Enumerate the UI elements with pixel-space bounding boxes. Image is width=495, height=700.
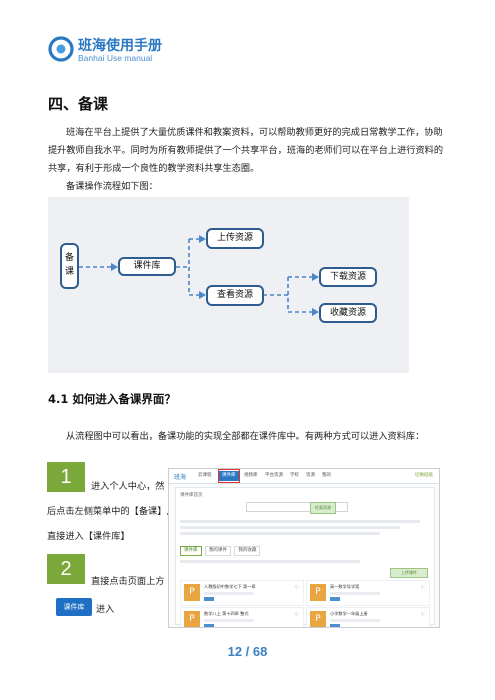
section-title: 四、备课 <box>48 95 109 113</box>
screenshot-tab[interactable]: 课件库 <box>180 546 202 556</box>
section-paragraph: 班海在平台上提供了大量优质课件和教案资料，可以帮助教师更好的完成日常教学工作，协… <box>48 127 444 174</box>
screenshot-resource-item[interactable]: P 人教版初中数学七下 第一章 ♡ <box>180 580 304 606</box>
screenshot-resource-meta <box>330 619 380 622</box>
ppt-file-icon: P <box>310 611 326 627</box>
screenshot-resource-tag <box>204 597 214 601</box>
banhai-logo-icon <box>48 36 74 62</box>
flow-node-root: 备课 <box>60 243 79 289</box>
screenshot-search-button[interactable]: 检索资源 <box>310 502 336 514</box>
step-2-badge: 2 <box>47 554 85 584</box>
screenshot-tab[interactable]: 我的课件 <box>204 546 231 556</box>
page-number: 12 / 68 <box>227 644 268 659</box>
screenshot-resource-title: 人教版初中数学七下 第一章 <box>204 584 256 589</box>
screenshot-sort-row <box>180 560 360 563</box>
section-body: 班海在平台上提供了大量优质课件和教案资料，可以帮助教师更好的完成日常教学工作，协… <box>48 124 448 196</box>
flowchart: 备课 课件库 上传资源 查看资源 下载资源 收藏资源 <box>48 197 409 373</box>
screenshot-filter-row <box>180 526 400 529</box>
flow-node-download: 下载资源 <box>319 267 377 287</box>
flow-node-collect-label: 收藏资源 <box>329 308 366 318</box>
screenshot-switch-class[interactable]: 切换班级 <box>415 472 433 478</box>
flow-node-view: 查看资源 <box>206 285 264 306</box>
screenshot-resource-title: 数学八上 第十四章 整式 <box>204 611 249 616</box>
subsection-intro: 从流程图中可以看出，备课功能的实现全部都在课件库中。有两种方式可以进入资料库： <box>66 431 425 442</box>
screenshot-nav-item[interactable]: 资源 <box>303 471 318 481</box>
flow-node-download-label: 下载资源 <box>329 272 366 282</box>
favorite-icon[interactable]: ♡ <box>421 612 425 618</box>
logo-title: 班海使用手册 <box>78 38 162 54</box>
screenshot-breadcrumb: 课件库首页 <box>180 493 203 498</box>
courseware-library-button[interactable]: 课件库 <box>56 598 92 616</box>
ppt-file-icon: P <box>184 611 200 627</box>
screenshot-resource-item[interactable]: P 高一数学导学案 ♡ <box>306 580 430 606</box>
flow-node-library-label: 课件库 <box>133 261 161 271</box>
step-1-line1: 进入个人中心，然 <box>91 481 165 492</box>
step-2-line2: 进入 <box>96 604 115 615</box>
screenshot-nav-item[interactable]: 我的 <box>319 471 334 481</box>
screenshot-tabs: 课件库 我的课件 我的收藏 <box>180 546 262 556</box>
flow-node-view-label: 查看资源 <box>216 290 253 300</box>
flow-node-upload-label: 上传资源 <box>216 233 253 243</box>
courseware-screenshot: 班海 云课程 课件库 视频库 平台资源 学校 资源 我的 切换班级 课件库首页 … <box>168 468 440 628</box>
step-1-line2: 后点击左侧菜单中的【备课】, <box>47 506 170 517</box>
flow-node-library: 课件库 <box>118 257 176 276</box>
screenshot-upload-button[interactable]: 上传课件 <box>390 568 428 578</box>
subsection-title: 4.1 如何进入备课界面？ <box>48 392 176 406</box>
screenshot-body: 课件库首页 检索资源 课件库 我的课件 我的收藏 上传课件 P 人教版初中数学七… <box>175 487 435 627</box>
logo-subtitle: Banhai Use manual <box>78 53 153 63</box>
screenshot-filter-row <box>180 532 380 535</box>
screenshot-resource-tag <box>330 597 340 601</box>
screenshot-resource-meta <box>204 619 254 622</box>
screenshot-resource-meta <box>330 592 380 595</box>
ppt-file-icon: P <box>184 584 200 601</box>
screenshot-nav-item[interactable]: 视频库 <box>241 471 261 481</box>
screenshot-nav-item[interactable]: 平台资源 <box>262 471 286 481</box>
flow-intro: 备课操作流程如下图： <box>66 181 158 192</box>
screenshot-resource-item[interactable]: P 小学数学一年级上册 ♡ <box>306 607 430 627</box>
flow-node-collect: 收藏资源 <box>319 303 377 323</box>
step-2-line1: 直接点击页面上方 <box>91 576 165 587</box>
flow-node-upload: 上传资源 <box>206 228 264 249</box>
flow-node-root-label: 备课 <box>64 253 74 277</box>
favorite-icon[interactable]: ♡ <box>295 585 299 591</box>
screenshot-resource-title: 高一数学导学案 <box>330 584 360 589</box>
screenshot-highlight-box <box>218 469 240 483</box>
screenshot-tab[interactable]: 我的收藏 <box>234 546 261 556</box>
screenshot-resource-title: 小学数学一年级上册 <box>330 611 368 616</box>
screenshot-nav-item[interactable]: 学校 <box>287 471 302 481</box>
screenshot-logo: 班海 <box>174 474 187 481</box>
screenshot-resource-item[interactable]: P 数学八上 第十四章 整式 ♡ <box>180 607 304 627</box>
favorite-icon[interactable]: ♡ <box>295 612 299 618</box>
screenshot-nav-item[interactable]: 云课程 <box>195 471 215 481</box>
screenshot-resource-tag <box>330 624 340 627</box>
screenshot-filter-row <box>180 520 420 523</box>
screenshot-resource-tag <box>204 624 214 627</box>
favorite-icon[interactable]: ♡ <box>421 585 425 591</box>
screenshot-resource-meta <box>204 592 254 595</box>
step-1-line3: 直接进入【课件库】 <box>47 531 130 542</box>
ppt-file-icon: P <box>310 584 326 601</box>
screenshot-topbar: 班海 云课程 课件库 视频库 平台资源 学校 资源 我的 切换班级 <box>169 469 439 484</box>
step-1-badge: 1 <box>47 462 85 492</box>
